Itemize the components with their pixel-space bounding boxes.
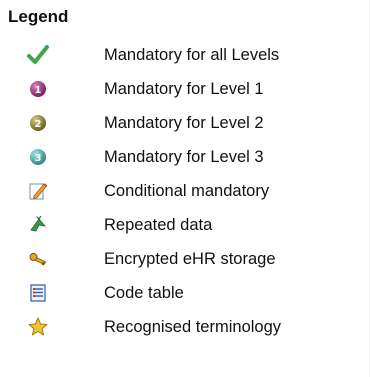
- legend-item-terminology: Recognised terminology: [0, 315, 370, 349]
- legend-item-repeated: Repeated data: [0, 213, 370, 247]
- legend-item-code-table: Code table: [0, 281, 370, 315]
- star-icon: [27, 316, 49, 338]
- legend-label: Mandatory for Level 1: [104, 80, 264, 98]
- repeat-arrow-icon: [27, 214, 49, 236]
- pencil-note-icon: [27, 180, 49, 202]
- legend-label: Code table: [104, 284, 184, 302]
- level-3-badge-icon: 3: [27, 146, 49, 168]
- legend-item-encrypted: Encrypted eHR storage: [0, 247, 370, 281]
- table-list-icon: [27, 282, 49, 304]
- legend-title: Legend: [8, 7, 69, 26]
- legend-label: Repeated data: [104, 216, 213, 234]
- legend-panel: Legend Mandatory for all Levels 1 Mandat…: [0, 0, 370, 377]
- legend-item-conditional: Conditional mandatory: [0, 179, 370, 213]
- key-icon: [27, 248, 49, 270]
- legend-label: Encrypted eHR storage: [104, 250, 276, 268]
- legend-label: Mandatory for Level 2: [104, 114, 264, 132]
- legend-item-level-3: 3 Mandatory for Level 3: [0, 145, 370, 179]
- level-2-badge-icon: 2: [27, 112, 49, 134]
- legend-item-mandatory-all: Mandatory for all Levels: [0, 43, 370, 77]
- legend-label: Recognised terminology: [104, 318, 282, 336]
- svg-text:2: 2: [35, 119, 42, 130]
- svg-text:3: 3: [35, 153, 42, 164]
- level-1-badge-icon: 1: [27, 78, 49, 100]
- legend-item-level-1: 1 Mandatory for Level 1: [0, 77, 370, 111]
- checkmark-icon: [27, 44, 49, 66]
- legend-label: Mandatory for Level 3: [104, 148, 264, 166]
- legend-label: Conditional mandatory: [104, 182, 270, 200]
- legend-item-level-2: 2 Mandatory for Level 2: [0, 111, 370, 145]
- svg-text:1: 1: [35, 85, 42, 96]
- legend-list: Mandatory for all Levels 1 Mandatory for…: [0, 43, 370, 349]
- legend-label: Mandatory for all Levels: [104, 46, 280, 64]
